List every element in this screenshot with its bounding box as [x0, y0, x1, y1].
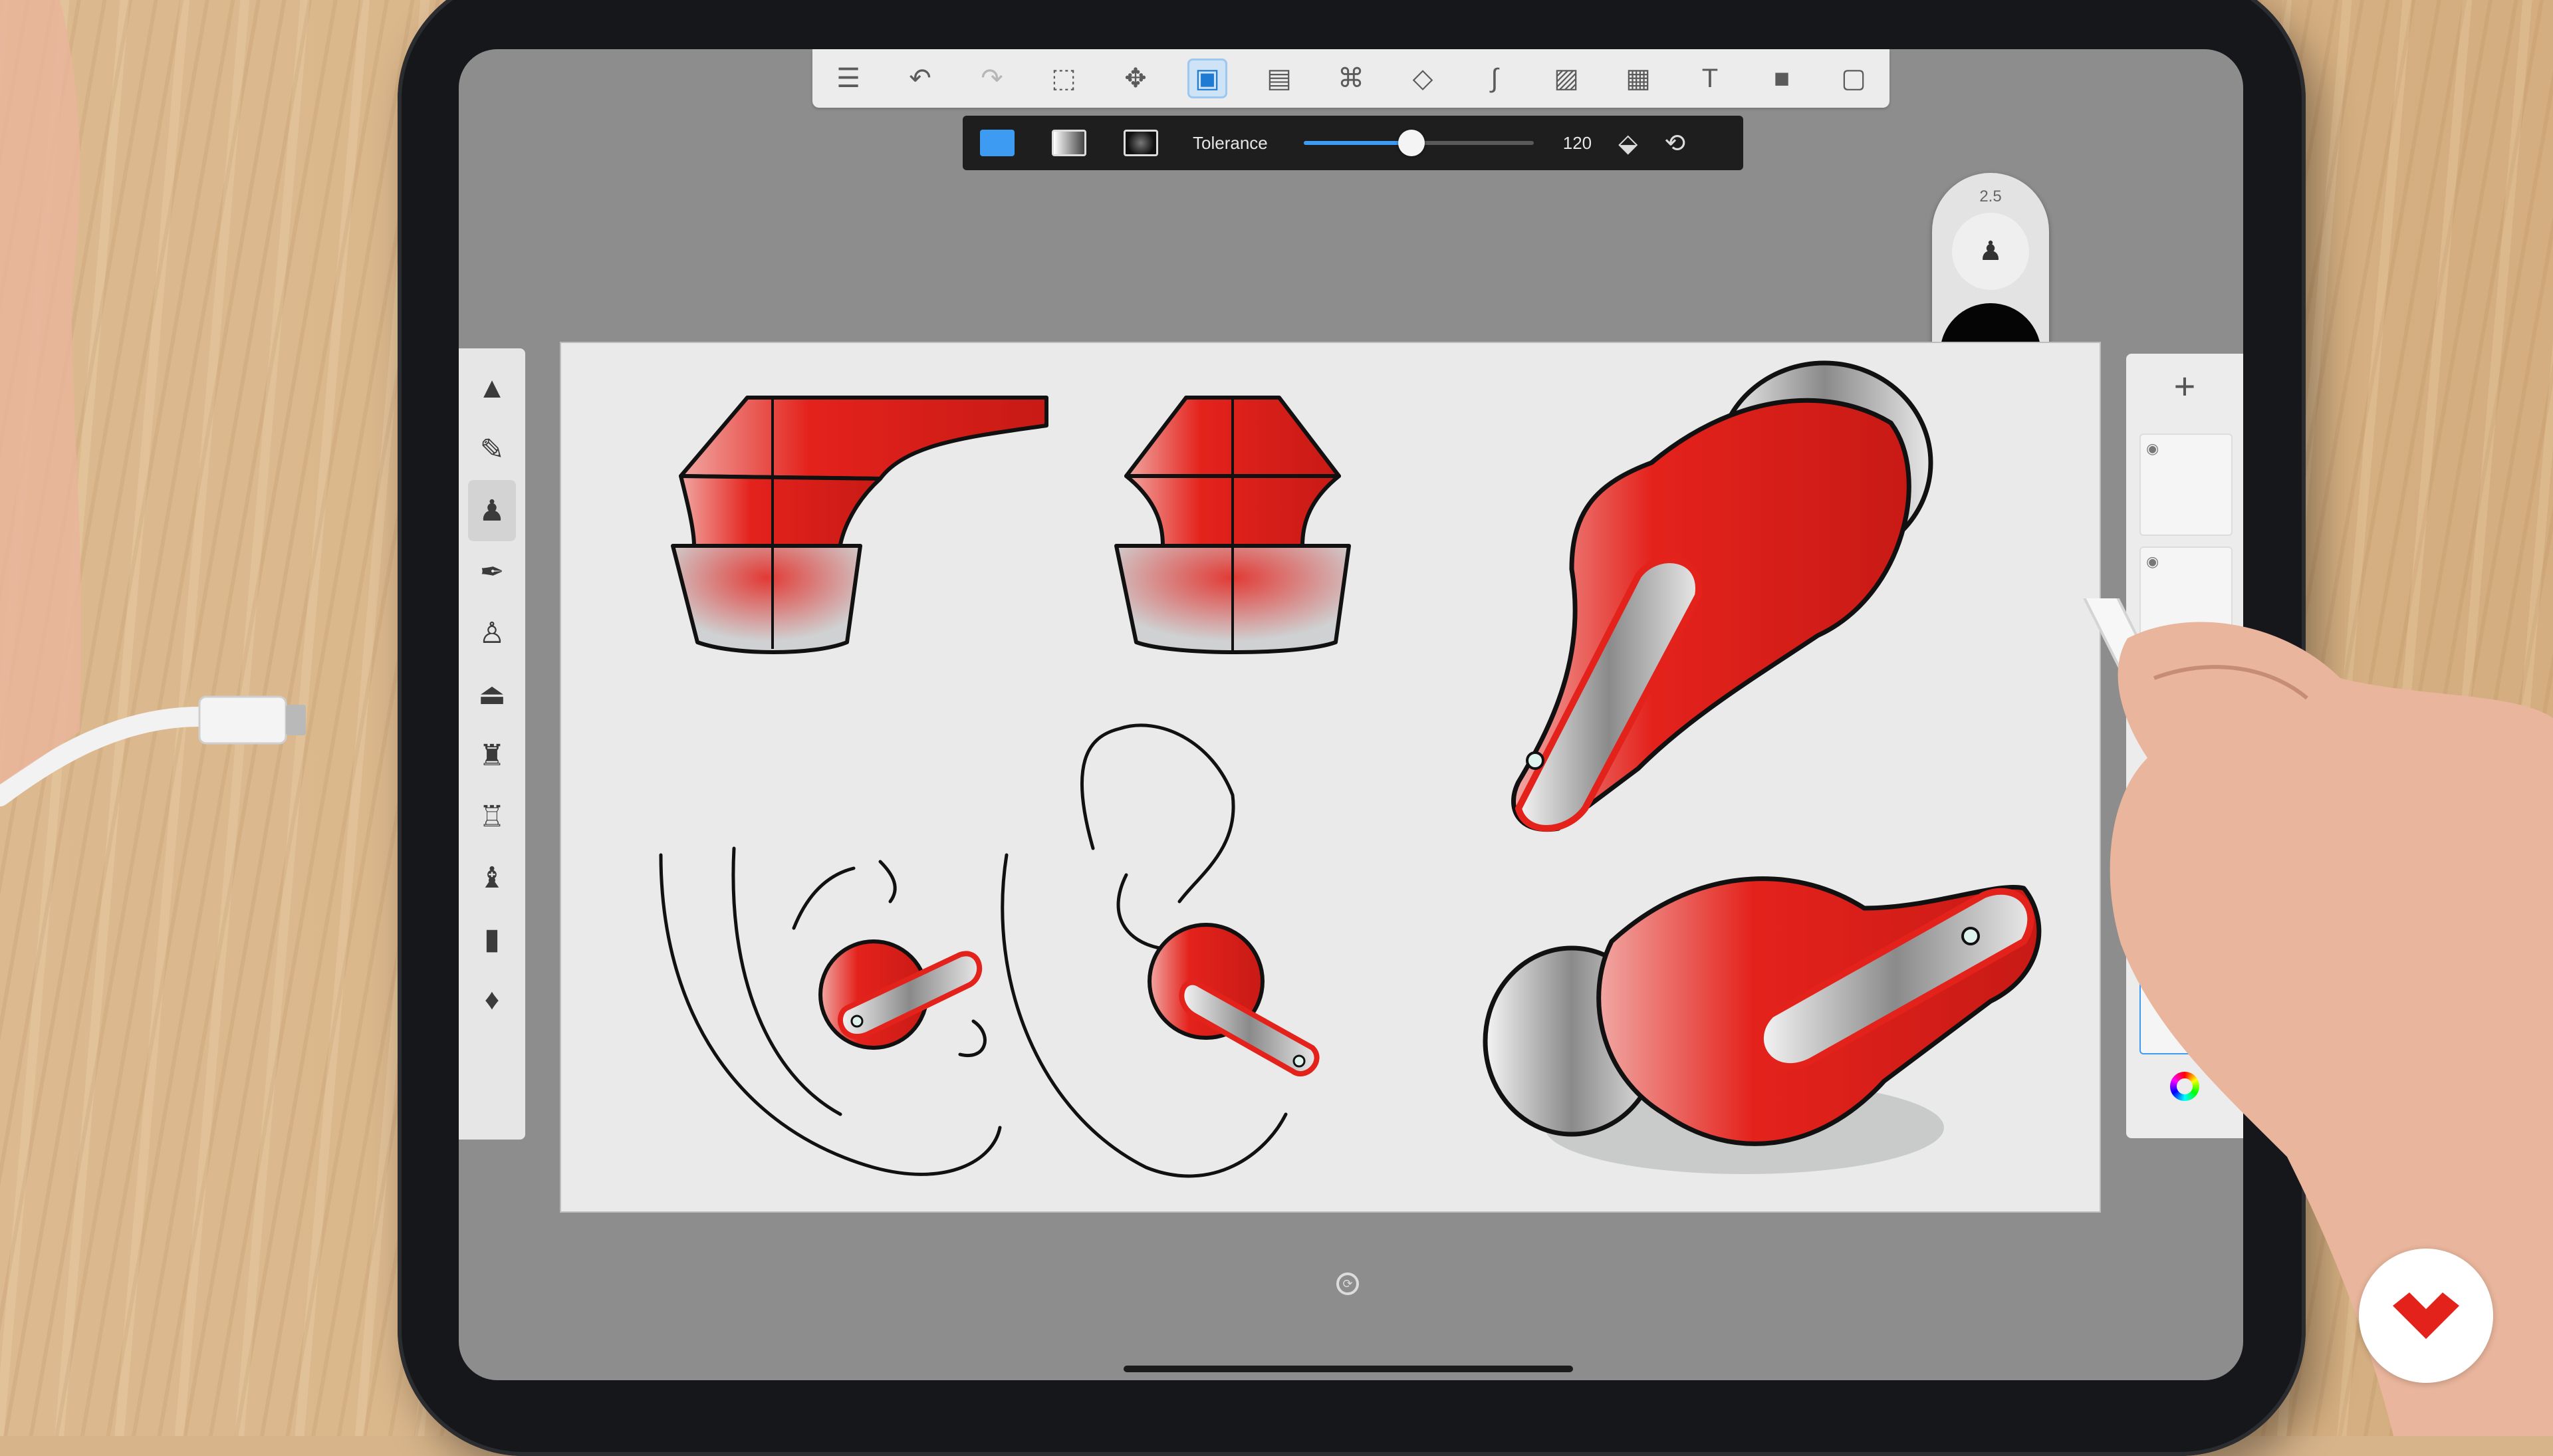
tolerance-slider[interactable] [1303, 130, 1534, 156]
tolerance-slider-fill [1303, 141, 1412, 145]
tolerance-slider-knob[interactable] [1398, 130, 1425, 156]
selection-icon[interactable]: ⬚ [1044, 59, 1084, 98]
earbud-in-ear-1 [818, 939, 983, 1050]
tolerance-value: 120 [1562, 132, 1592, 153]
brush-preset-1-icon[interactable]: ▲ [468, 358, 516, 419]
home-indicator[interactable] [1124, 1366, 1573, 1372]
brush-preset-11-icon[interactable]: ♦ [468, 969, 516, 1031]
layer-visibility-icon[interactable]: ◉ [2146, 553, 2159, 570]
redo-icon[interactable]: ↷ [972, 59, 1012, 98]
image-icon[interactable]: ▨ [1546, 59, 1586, 98]
brush-preset-4-icon[interactable]: ✒ [468, 541, 516, 602]
add-layer-icon[interactable]: + [2126, 364, 2243, 408]
earbud-front-view [1114, 396, 1351, 654]
left-hand [0, 0, 82, 785]
brush-preview-icon[interactable]: ♟ [1952, 213, 2029, 290]
layers-list-icon[interactable]: ☰ [828, 59, 868, 98]
brush-preset-9-icon[interactable]: ♝ [468, 847, 516, 908]
earbud-sketches [659, 360, 2042, 1178]
symmetry-icon[interactable]: ⌘ [1331, 59, 1371, 98]
main-toolbar: ☰ ↶ ↷ ⬚ ✥ ▣ ▤ ⌘ ◇ ∫ ▨ ▦ T ■ ▢ [812, 49, 1889, 108]
brush-preset-6-icon[interactable]: ⏏ [468, 664, 516, 725]
brush-preset-7-icon[interactable]: ♜ [468, 725, 516, 786]
tolerance-label: Tolerance [1193, 132, 1268, 153]
drawing-canvas[interactable] [561, 343, 2100, 1211]
brush-preset-2-icon[interactable]: ✎ [468, 419, 516, 480]
fill-icon[interactable]: ▣ [1187, 59, 1227, 98]
fill-mode-toggle-icon[interactable]: ⟲ [1664, 128, 1685, 158]
brush-preset-3-icon[interactable]: ♟ [468, 480, 516, 541]
linear-gradient-button[interactable] [1052, 130, 1086, 156]
earbud-perspective-1 [1511, 360, 1933, 832]
transform-icon[interactable]: ✥ [1116, 59, 1155, 98]
brush-size-value: 2.5 [1979, 187, 2002, 205]
earbud-perspective-2 [1483, 876, 2042, 1174]
radial-gradient-button[interactable] [1124, 130, 1158, 156]
shapes-icon[interactable]: ◇ [1403, 59, 1443, 98]
earbud-in-ear-2 [1148, 923, 1320, 1077]
stroke-icon[interactable]: ∫ [1475, 59, 1515, 98]
brand-logo-mark [2393, 1292, 2459, 1339]
brush-library-panel: ▲ ✎ ♟ ✒ ♙ ⏏ ♜ ♖ ♝ ▮ ♦ [459, 348, 525, 1140]
solid-fill-button[interactable] [980, 130, 1015, 156]
fill-options-bar: Tolerance 120 ⬙ ⟲ [963, 116, 1743, 170]
brush-preset-5-icon[interactable]: ♙ [468, 602, 516, 664]
record-icon[interactable]: ■ [1762, 59, 1802, 98]
fullscreen-icon[interactable]: ▢ [1834, 59, 1874, 98]
app-screen: ☰ ↶ ↷ ⬚ ✥ ▣ ▤ ⌘ ◇ ∫ ▨ ▦ T ■ ▢ Tolerance … [459, 49, 2243, 1380]
sync-icon[interactable]: ⟳ [1336, 1273, 1359, 1295]
ruler-icon[interactable]: ▤ [1259, 59, 1299, 98]
brush-preset-10-icon[interactable]: ▮ [468, 908, 516, 969]
brand-logo [2359, 1249, 2493, 1383]
brush-preset-8-icon[interactable]: ♖ [468, 786, 516, 847]
perspective-icon[interactable]: ▦ [1618, 59, 1658, 98]
layer-visibility-icon[interactable]: ◉ [2146, 440, 2159, 457]
earbud-side-view-1 [671, 396, 1048, 654]
fill-sample-icon[interactable]: ⬙ [1618, 128, 1638, 158]
layer-thumbnail[interactable]: ◉ [2139, 433, 2233, 536]
undo-icon[interactable]: ↶ [900, 59, 940, 98]
text-icon[interactable]: T [1690, 59, 1730, 98]
